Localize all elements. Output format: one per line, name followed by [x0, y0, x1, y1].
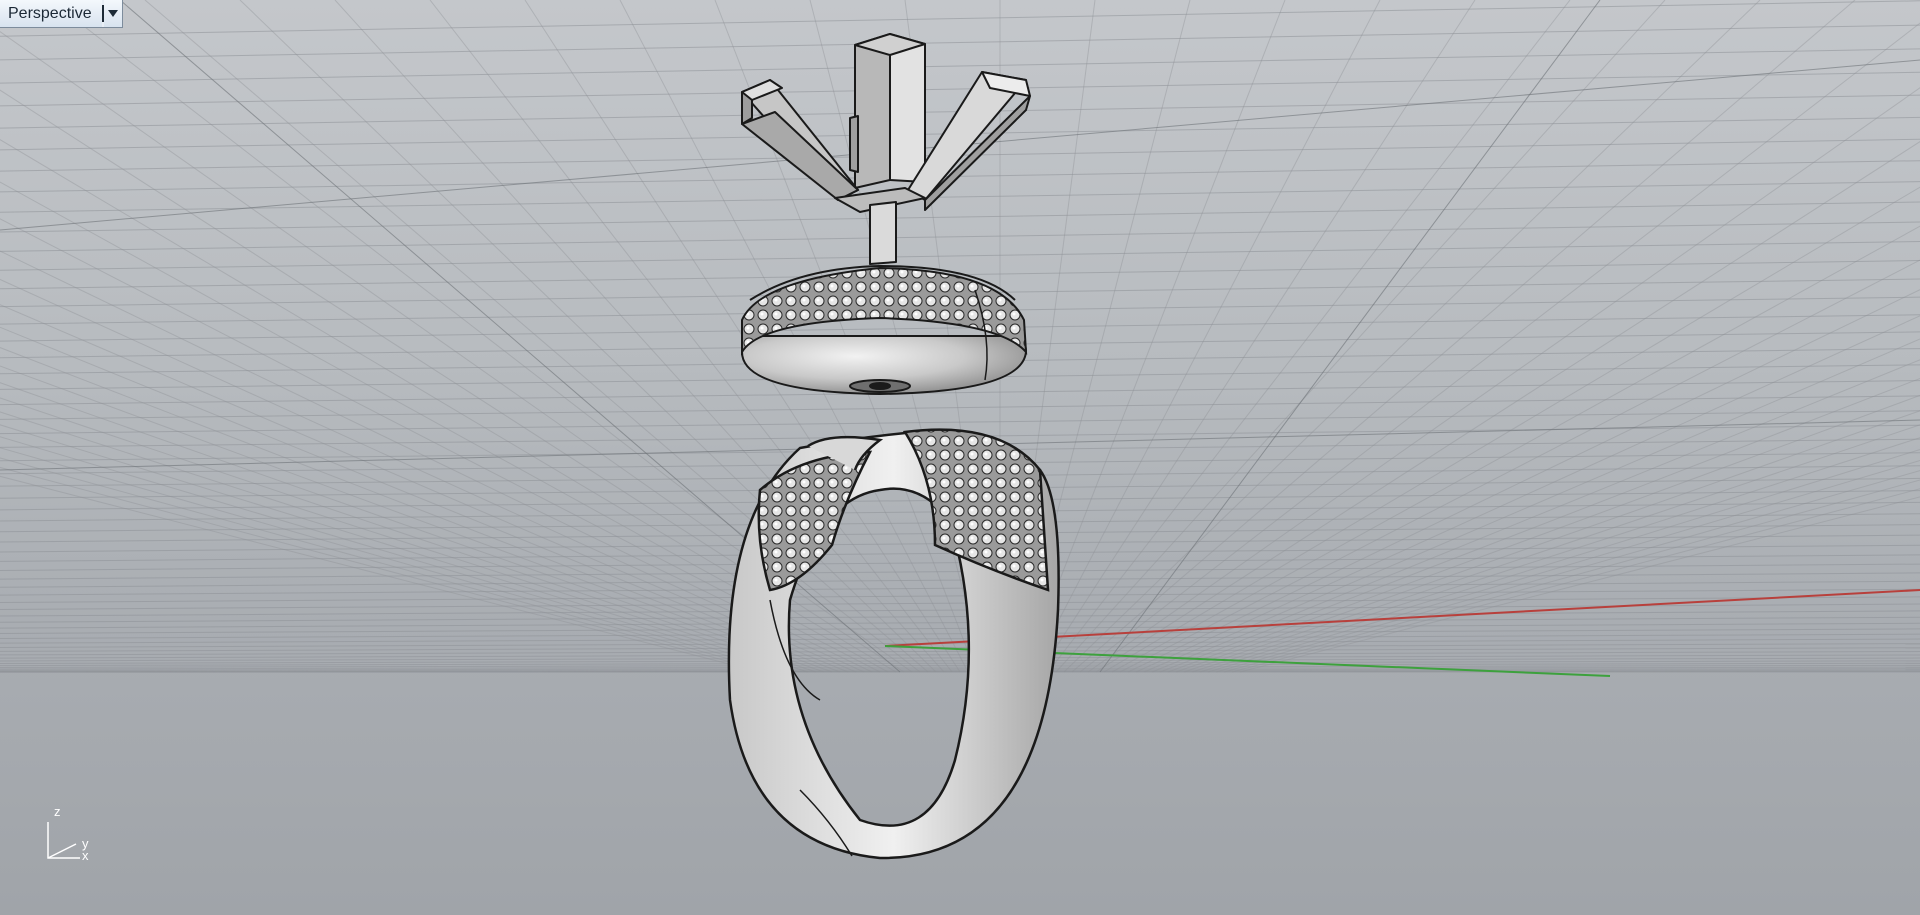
perspective-viewport[interactable]: Perspective z y x — [0, 0, 1920, 915]
viewport-title[interactable]: Perspective — [0, 0, 102, 27]
world-axes-icon: z y x — [40, 800, 110, 880]
axis-x-label: x — [82, 848, 89, 863]
prong-head[interactable] — [741, 33, 1031, 265]
caret-down-icon[interactable] — [103, 0, 122, 27]
axis-z-label: z — [54, 804, 61, 819]
viewport-scene[interactable] — [0, 0, 1920, 915]
viewport-title-tab[interactable]: Perspective — [0, 0, 123, 28]
